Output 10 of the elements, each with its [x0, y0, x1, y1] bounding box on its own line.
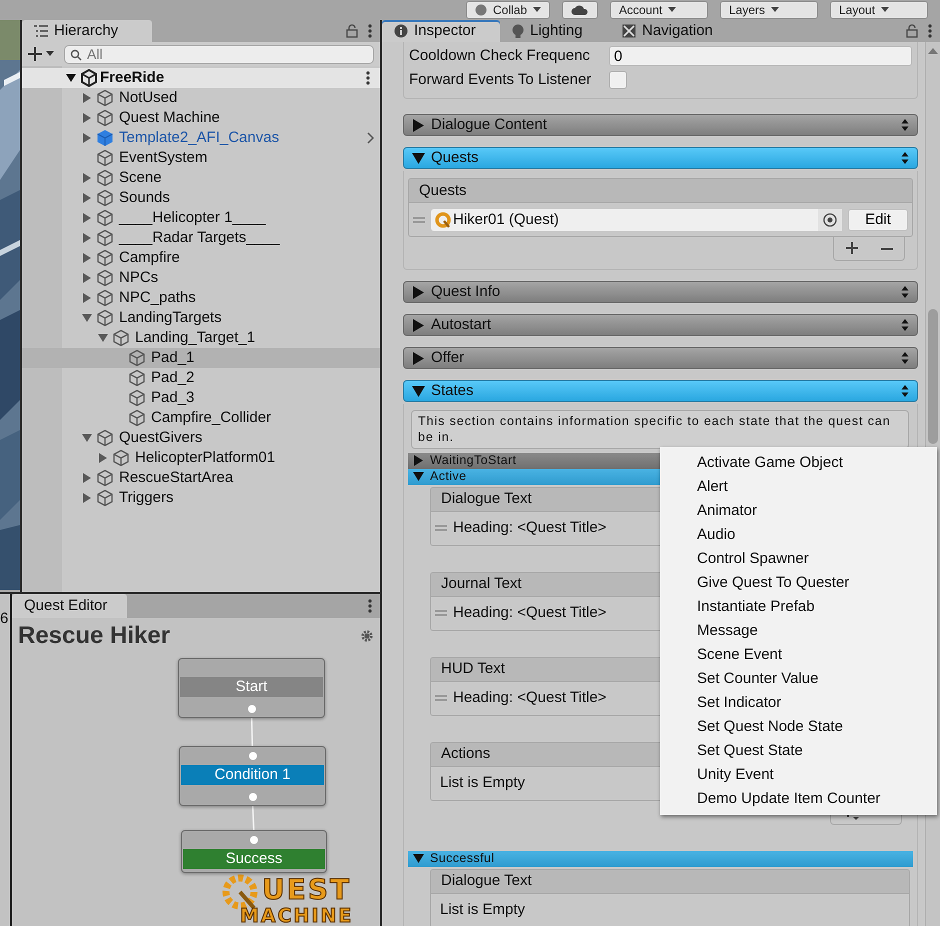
field-label: Forward Events To Listener: [409, 71, 592, 89]
help-text: This section contains information specific to each state that the quest can be in.: [411, 410, 909, 448]
field-label: Cooldown Check Frequenc: [409, 47, 591, 65]
quest-title: Rescue Hiker: [17, 621, 170, 651]
list-header: Dialogue Text: [430, 868, 910, 894]
empty-list-text: List is Empty: [430, 894, 910, 926]
logo-text: MACHINE: [240, 907, 354, 926]
list-header: Quests: [408, 178, 913, 203]
logo-text: UEST: [262, 876, 352, 904]
panel-fragment-text: 6: [0, 610, 8, 627]
